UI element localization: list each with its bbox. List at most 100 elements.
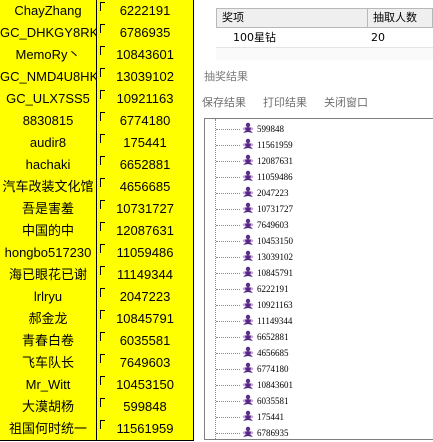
user-node-icon: [241, 425, 255, 439]
result-item-label: 10845791: [257, 268, 293, 278]
sheet-row: ChayZhang 6222191: [0, 0, 198, 23]
user-id-cell[interactable]: 599848: [97, 396, 194, 419]
sheet-row: 吾是害羞 10731727: [0, 198, 198, 221]
result-item[interactable]: 175441: [205, 409, 433, 425]
sheet-row: 青春白卷 6035581: [0, 330, 198, 353]
user-id-cell[interactable]: 4656685: [97, 176, 194, 199]
user-id-cell[interactable]: 7649603: [97, 352, 194, 375]
username-cell[interactable]: 8830815: [0, 110, 97, 133]
result-item-label: 6652881: [257, 332, 289, 342]
username-cell[interactable]: 中国的中: [0, 220, 97, 243]
sheet-row: hachaki 6652881: [0, 154, 198, 177]
user-id-cell[interactable]: 10453150: [97, 374, 194, 397]
result-item[interactable]: 10921163: [205, 297, 433, 313]
username-cell[interactable]: GC_NMD4U8HK: [0, 66, 97, 89]
user-id-cell[interactable]: 10843601: [97, 44, 194, 67]
result-item[interactable]: 11149344: [205, 313, 433, 329]
result-item[interactable]: 10731727: [205, 201, 433, 217]
sheet-row: lrlryu 2047223: [0, 286, 198, 309]
username-cell[interactable]: 郝金龙: [0, 308, 97, 331]
user-id-cell[interactable]: 10921163: [97, 88, 194, 111]
result-item-label: 6035581: [257, 396, 289, 406]
tree-branch-line: [216, 401, 240, 402]
result-item[interactable]: 6774180: [205, 361, 433, 377]
user-node-icon: [241, 345, 255, 359]
user-node-icon: [241, 377, 255, 391]
result-item[interactable]: 6222191: [205, 281, 433, 297]
username-cell[interactable]: 祖国何时统一: [0, 418, 97, 441]
count-column-header[interactable]: 抽取人数: [367, 9, 433, 27]
result-item-label: 7649603: [257, 220, 289, 230]
tree-branch-line: [216, 337, 240, 338]
username-cell[interactable]: 海已眼花已谢: [0, 264, 97, 287]
user-node-icon: [241, 201, 255, 215]
prize-column-header[interactable]: 奖项: [222, 9, 244, 27]
result-item[interactable]: 2047223: [205, 185, 433, 201]
username-cell[interactable]: 飞车队长: [0, 352, 97, 375]
user-id-cell[interactable]: 13039102: [97, 66, 194, 89]
result-item-label: 11149344: [257, 316, 293, 326]
result-item[interactable]: 10843601: [205, 377, 433, 393]
result-item[interactable]: 11059486: [205, 169, 433, 185]
tree-branch-line: [216, 209, 240, 210]
tree-branch-line: [216, 257, 240, 258]
user-id-cell[interactable]: 6222191: [97, 0, 194, 23]
result-item-label: 11561959: [257, 140, 293, 150]
result-item-label: 12087631: [257, 156, 293, 166]
username-cell[interactable]: hongbo517230: [0, 242, 97, 265]
username-cell[interactable]: 青春白卷: [0, 330, 97, 353]
user-id-cell[interactable]: 6652881: [97, 154, 194, 177]
result-item[interactable]: 10453150: [205, 233, 433, 249]
result-item-label: 10731727: [257, 204, 293, 214]
results-tree[interactable]: 599848 11561959 12087631 11059486 2047223 107…: [204, 118, 433, 440]
username-cell[interactable]: ChayZhang: [0, 0, 97, 23]
print-results-button[interactable]: 打印结果: [263, 94, 307, 110]
username-cell[interactable]: audir8: [0, 132, 97, 155]
user-id-cell[interactable]: 12087631: [97, 220, 194, 243]
username-cell[interactable]: GC_DHKGY8RK: [0, 22, 97, 45]
user-id-cell[interactable]: 10731727: [97, 198, 194, 221]
user-id-cell[interactable]: 6774180: [97, 110, 194, 133]
prize-grid-row[interactable]: 100星钻 20: [216, 28, 433, 48]
user-id-cell[interactable]: 10845791: [97, 308, 194, 331]
username-cell[interactable]: MemoRy丶: [0, 44, 97, 67]
tree-branch-line: [216, 177, 240, 178]
result-item[interactable]: 13039102: [205, 249, 433, 265]
user-node-icon: [241, 169, 255, 183]
user-id-cell[interactable]: 2047223: [97, 286, 194, 309]
user-id-cell[interactable]: 6786935: [97, 22, 194, 45]
result-item[interactable]: 6035581: [205, 393, 433, 409]
user-id-cell[interactable]: 175441: [97, 132, 194, 155]
user-id-cell[interactable]: 11149344: [97, 264, 194, 287]
result-item[interactable]: 10845791: [205, 265, 433, 281]
result-item[interactable]: 4656685: [205, 345, 433, 361]
save-results-button[interactable]: 保存结果: [202, 94, 246, 110]
username-cell[interactable]: 大漠胡杨: [0, 396, 97, 419]
results-title: 抽奖结果: [204, 70, 248, 83]
username-cell[interactable]: lrlryu: [0, 286, 97, 309]
result-item[interactable]: 6652881: [205, 329, 433, 345]
user-id-cell[interactable]: 11561959: [97, 418, 194, 441]
lottery-window: 奖项 抽取人数 100星钻 20 抽奖结果 保存结果 打印结果 关闭窗口 599…: [198, 0, 433, 442]
result-item[interactable]: 12087631: [205, 153, 433, 169]
result-item-label: 10453150: [257, 236, 293, 246]
username-cell[interactable]: 汽车改装文化馆: [0, 176, 97, 199]
close-window-button[interactable]: 关闭窗口: [324, 94, 368, 110]
user-id-cell[interactable]: 11059486: [97, 242, 194, 265]
tree-branch-line: [216, 353, 240, 354]
sheet-row: MemoRy丶 10843601: [0, 44, 198, 67]
username-cell[interactable]: GC_ULX7SS5: [0, 88, 97, 111]
user-node-icon: [241, 297, 255, 311]
sheet-row: 祖国何时统一 11561959: [0, 418, 198, 441]
result-item-label: 6222191: [257, 284, 289, 294]
result-item[interactable]: 7649603: [205, 217, 433, 233]
result-item[interactable]: 599848: [205, 121, 433, 137]
result-item[interactable]: 11561959: [205, 137, 433, 153]
username-cell[interactable]: 吾是害羞: [0, 198, 97, 221]
username-cell[interactable]: Mr_Witt: [0, 374, 97, 397]
username-cell[interactable]: hachaki: [0, 154, 97, 177]
user-id-cell[interactable]: 6035581: [97, 330, 194, 353]
sheet-row: audir8 175441: [0, 132, 198, 155]
result-item[interactable]: 6786935: [205, 425, 433, 439]
user-node-icon: [241, 137, 255, 151]
